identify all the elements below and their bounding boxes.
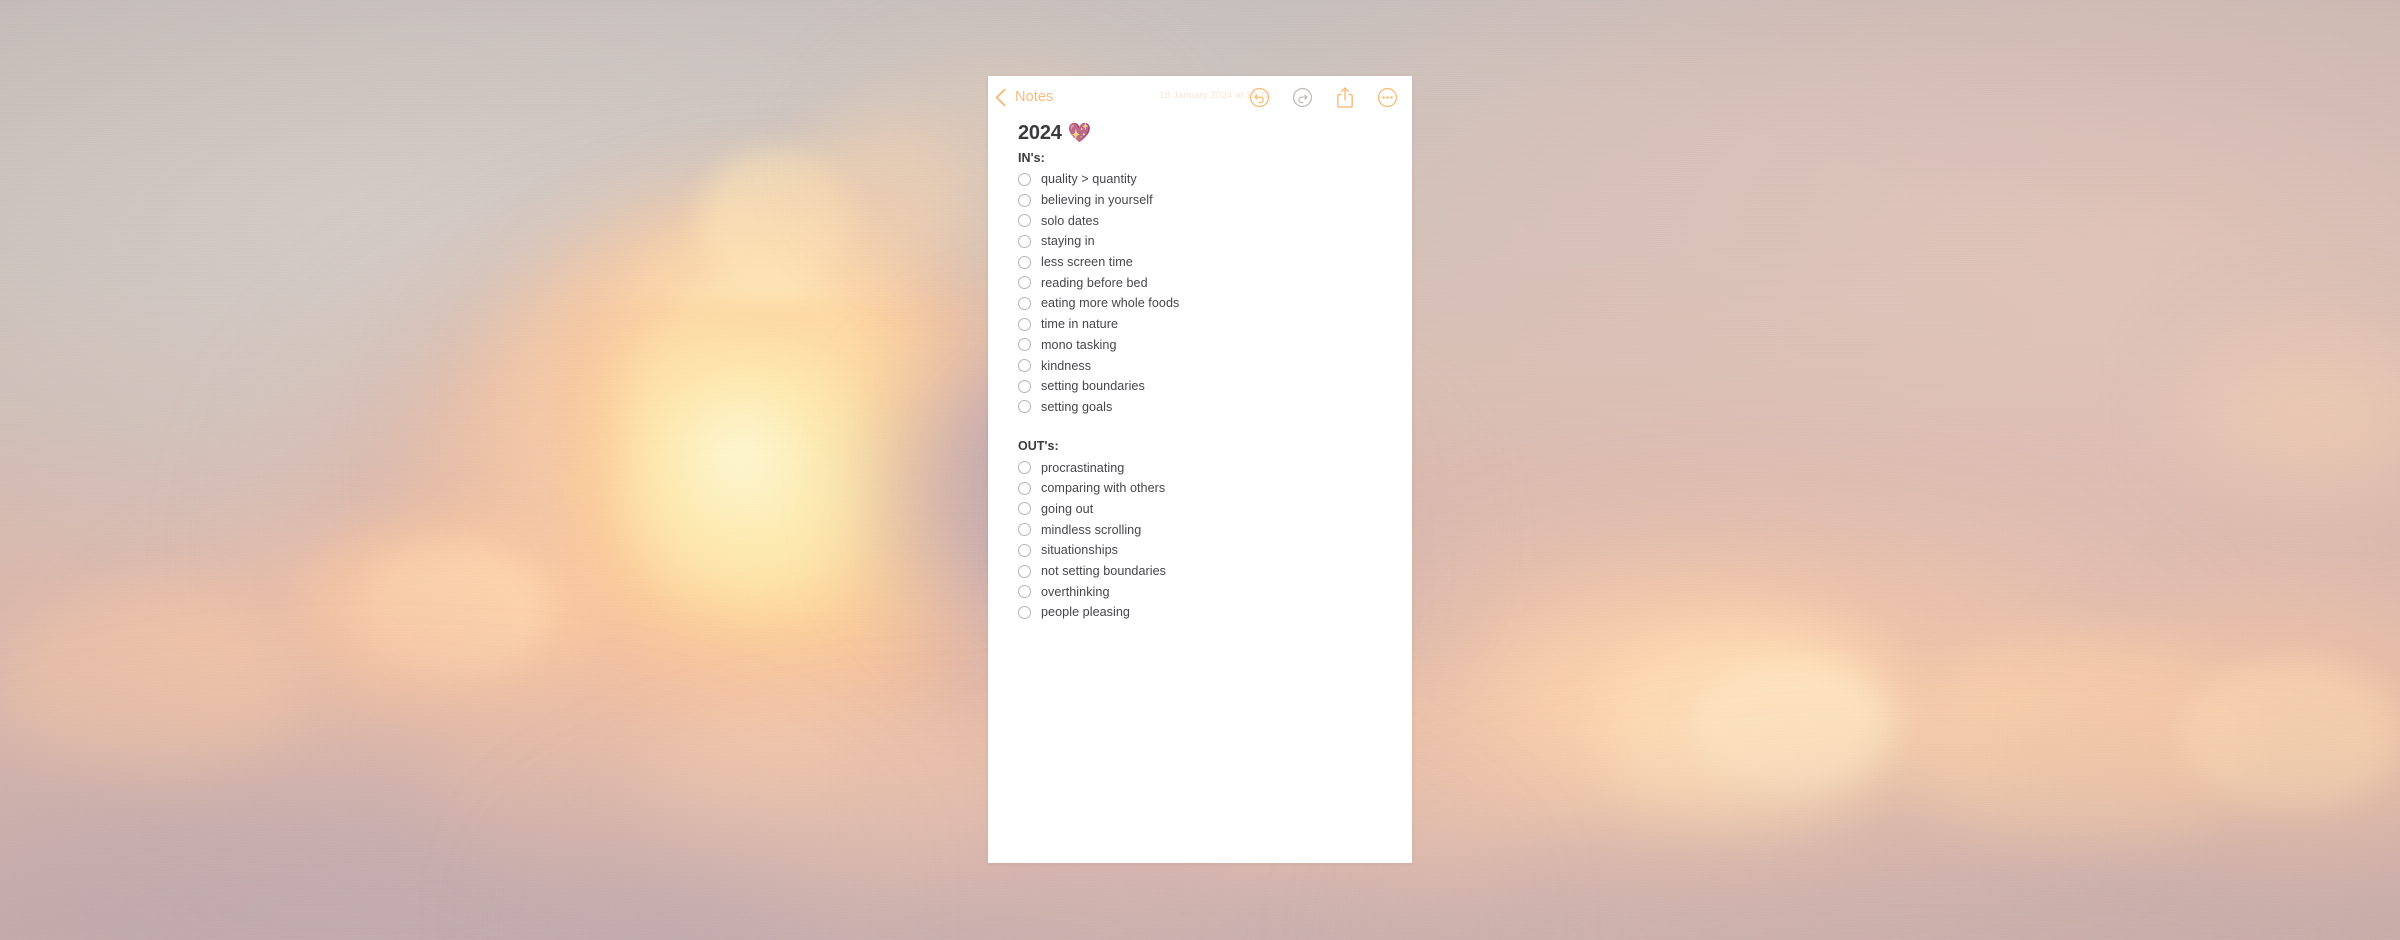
checkbox-circle-icon[interactable] — [1018, 461, 1031, 475]
checklist-item[interactable]: mindless scrolling — [1006, 519, 1394, 540]
checkbox-circle-icon[interactable] — [1018, 172, 1031, 186]
checklist-item-label: not setting boundaries — [1041, 564, 1167, 579]
checkbox-circle-icon[interactable] — [1018, 338, 1031, 352]
checklist-item-label: less screen time — [1041, 255, 1133, 270]
redo-icon[interactable] — [1292, 87, 1313, 108]
checkbox-circle-icon[interactable] — [1018, 605, 1031, 619]
checklist-item-label: comparing with others — [1041, 481, 1166, 496]
checklist-item[interactable]: people pleasing — [1006, 602, 1394, 623]
checklist-item-label: setting boundaries — [1041, 379, 1145, 394]
checklist-item[interactable]: staying in — [1006, 231, 1394, 252]
checklist-item[interactable]: kindness — [1006, 355, 1394, 376]
checklist-item[interactable]: quality > quantity — [1006, 169, 1394, 190]
checkbox-circle-icon[interactable] — [1018, 379, 1031, 393]
checkbox-circle-icon[interactable] — [1018, 296, 1031, 310]
checklist-item[interactable]: procrastinating — [1006, 457, 1394, 478]
checklist-item-label: going out — [1041, 501, 1094, 516]
checklist-item[interactable]: setting boundaries — [1006, 376, 1394, 397]
checkbox-circle-icon[interactable] — [1018, 523, 1031, 537]
checklist-item[interactable]: not setting boundaries — [1006, 561, 1394, 582]
checklist-item-label: mono tasking — [1041, 337, 1117, 352]
checklist-item-label: reading before bed — [1041, 275, 1148, 290]
checklist-item-label: time in nature — [1041, 317, 1119, 332]
more-options-icon[interactable] — [1377, 87, 1398, 108]
sparkling-heart-emoji: 💖 — [1067, 123, 1092, 144]
checkbox-circle-icon[interactable] — [1018, 502, 1031, 516]
checklist-item[interactable]: time in nature — [1006, 314, 1394, 335]
checklist-item[interactable]: situationships — [1006, 540, 1394, 561]
checklist-item-label: mindless scrolling — [1041, 522, 1142, 537]
checklist-item[interactable]: solo dates — [1006, 210, 1394, 231]
checklist-item[interactable]: setting goals — [1006, 397, 1394, 418]
checklist-item-label: staying in — [1041, 234, 1095, 249]
checklist-item-label: quality > quantity — [1041, 172, 1137, 187]
chevron-left-icon — [995, 87, 1014, 107]
note-title: 2024 💖 — [1018, 122, 1394, 145]
checklist-item-label: solo dates — [1041, 213, 1099, 228]
checkbox-circle-icon[interactable] — [1018, 543, 1031, 557]
checklist-item-label: kindness — [1041, 358, 1092, 373]
note-title-text: 2024 — [1018, 122, 1062, 144]
checklist-item[interactable]: mono tasking — [1006, 335, 1394, 356]
checklist-item-label: overthinking — [1041, 584, 1110, 599]
checklist-item-label: eating more whole foods — [1041, 296, 1180, 311]
checklist-item[interactable]: overthinking — [1006, 581, 1394, 602]
checkbox-circle-icon[interactable] — [1018, 359, 1031, 373]
checkbox-circle-icon[interactable] — [1018, 193, 1031, 207]
checklist-item-label: procrastinating — [1041, 460, 1125, 475]
checklist-item[interactable]: eating more whole foods — [1006, 293, 1394, 314]
checkbox-circle-icon[interactable] — [1018, 585, 1031, 599]
checklist-item[interactable]: believing in yourself — [1006, 190, 1394, 211]
checkbox-circle-icon[interactable] — [1018, 214, 1031, 228]
notes-app-card: Notes 18 January 2024 at 19:13 2024 💖 IN… — [988, 76, 1412, 863]
checklist-item-label: setting goals — [1041, 399, 1113, 414]
notes-toolbar: Notes 18 January 2024 at 19:13 — [988, 76, 1412, 118]
checklist-item[interactable]: comparing with others — [1006, 478, 1394, 499]
toolbar-icon-group — [1249, 86, 1398, 109]
checklist-item[interactable]: less screen time — [1006, 252, 1394, 273]
section-heading-ins: IN's: — [1018, 151, 1045, 165]
checklist-item[interactable]: reading before bed — [1006, 272, 1394, 293]
note-content: 2024 💖 IN's: quality > quantity believing… — [988, 122, 1412, 623]
section-heading-outs: OUT's: — [1018, 439, 1059, 454]
back-button-label: Notes — [1015, 89, 1054, 105]
back-to-notes-button[interactable]: Notes — [995, 87, 1054, 107]
checkbox-circle-icon[interactable] — [1018, 317, 1031, 331]
checklist-item[interactable]: going out — [1006, 499, 1394, 520]
share-icon[interactable] — [1335, 86, 1355, 109]
undo-icon[interactable] — [1249, 87, 1270, 108]
checkbox-circle-icon[interactable] — [1018, 564, 1031, 578]
checklist-item-label: situationships — [1041, 543, 1119, 558]
checkbox-circle-icon[interactable] — [1018, 481, 1031, 495]
checklist-item-label: people pleasing — [1041, 605, 1130, 620]
checklist-outs: procrastinating comparing with others goin… — [1006, 457, 1394, 623]
checkbox-circle-icon[interactable] — [1018, 234, 1031, 248]
checklist-ins: quality > quantity believing in yourself s… — [1006, 169, 1394, 417]
checkbox-circle-icon[interactable] — [1018, 276, 1031, 290]
checkbox-circle-icon[interactable] — [1018, 400, 1031, 414]
checkbox-circle-icon[interactable] — [1018, 255, 1031, 269]
checklist-item-label: believing in yourself — [1041, 193, 1153, 208]
